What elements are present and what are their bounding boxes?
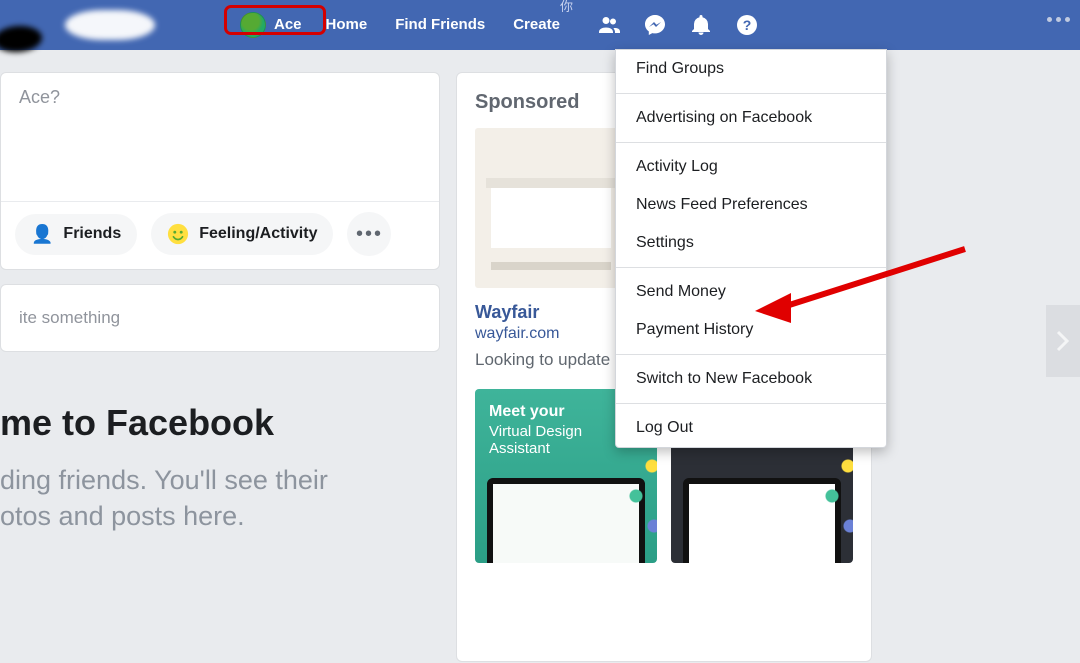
menu-activity-log[interactable]: Activity Log: [616, 148, 886, 186]
menu-send-money[interactable]: Send Money: [616, 273, 886, 311]
menu-news-feed-prefs[interactable]: News Feed Preferences: [616, 186, 886, 224]
settings-dropdown: Find Groups Advertising on Facebook Acti…: [615, 49, 887, 448]
write-placeholder: ite something: [19, 308, 120, 328]
top-nav: Ace Home Find Friends Create ?: [0, 0, 1080, 50]
composer-actions: 👤 Friends Feeling/Activity •••: [1, 202, 439, 266]
welcome-body: ding friends. You'll see their otos and …: [0, 462, 440, 535]
profile-nav[interactable]: Ace: [230, 0, 312, 50]
menu-settings[interactable]: Settings: [616, 224, 886, 262]
nav-icon-group: ?: [596, 12, 760, 38]
menu-separator: [616, 354, 886, 355]
welcome-block: me to Facebook ding friends. You'll see …: [0, 402, 440, 535]
nav-home[interactable]: Home: [312, 0, 382, 50]
feeling-label: Feeling/Activity: [199, 225, 317, 243]
menu-payment-history[interactable]: Payment History: [616, 311, 886, 349]
notifications-icon[interactable]: [688, 12, 714, 38]
tag-friends-label: Friends: [63, 225, 121, 243]
banner-screen: [683, 478, 841, 563]
help-icon[interactable]: ?: [734, 12, 760, 38]
menu-find-groups[interactable]: Find Groups: [616, 50, 886, 88]
nav-create[interactable]: Create: [499, 0, 574, 50]
banner-screen: [487, 478, 645, 563]
banner-teal-line1: Meet your: [489, 403, 565, 420]
carousel-next-button[interactable]: [1046, 305, 1080, 377]
composer-placeholder: Ace?: [19, 87, 60, 107]
menu-switch-new-fb[interactable]: Switch to New Facebook: [616, 360, 886, 398]
nav-find-friends[interactable]: Find Friends: [381, 0, 499, 50]
friends-icon[interactable]: [596, 12, 622, 38]
menu-separator: [616, 93, 886, 94]
profile-name: Ace: [274, 0, 302, 50]
tag-icon: 👤: [31, 224, 53, 245]
composer-prompt[interactable]: Ace?: [1, 87, 439, 202]
logo-blur: [65, 10, 155, 40]
smiley-icon: [167, 223, 189, 245]
welcome-line2: otos and posts here.: [0, 501, 245, 531]
avatar: [240, 12, 266, 38]
menu-separator: [616, 403, 886, 404]
sponsored-image[interactable]: [475, 128, 627, 288]
svg-text:?: ?: [743, 17, 752, 33]
banner-shapes: [821, 449, 853, 563]
menu-advertising[interactable]: Advertising on Facebook: [616, 99, 886, 137]
overflow-dots[interactable]: [1047, 17, 1070, 22]
write-something-card[interactable]: ite something: [0, 284, 440, 352]
messages-icon[interactable]: [642, 12, 668, 38]
banner-shapes: [625, 449, 657, 563]
menu-separator: [616, 267, 886, 268]
welcome-line1: ding friends. You'll see their: [0, 465, 328, 495]
composer-more-button[interactable]: •••: [347, 212, 391, 256]
menu-separator: [616, 142, 886, 143]
left-column: Ace? 👤 Friends Feeling/Activity ••• ite …: [0, 72, 440, 535]
composer-card: Ace? 👤 Friends Feeling/Activity •••: [0, 72, 440, 270]
welcome-title: me to Facebook: [0, 402, 440, 444]
menu-log-out[interactable]: Log Out: [616, 409, 886, 447]
feeling-button[interactable]: Feeling/Activity: [151, 213, 333, 255]
chevron-right-icon: [1056, 330, 1070, 352]
tag-friends-button[interactable]: 👤 Friends: [15, 214, 137, 255]
